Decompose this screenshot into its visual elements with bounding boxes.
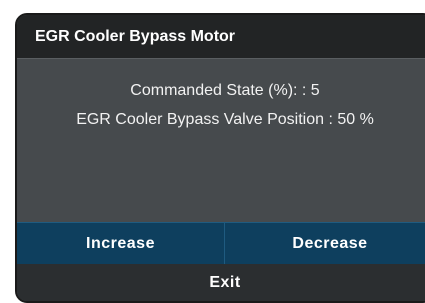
increase-button[interactable]: Increase: [17, 223, 224, 264]
dialog-title-bar: EGR Cooler Bypass Motor: [17, 15, 425, 59]
egr-bypass-dialog: EGR Cooler Bypass Motor Commanded State …: [15, 13, 425, 303]
exit-button[interactable]: Exit: [17, 264, 425, 301]
dialog-title: EGR Cooler Bypass Motor: [35, 28, 236, 45]
commanded-state-text: Commanded State (%): : 5: [130, 82, 320, 99]
exit-row: Exit: [17, 264, 425, 301]
adjust-button-row: Increase Decrease: [17, 222, 425, 264]
decrease-button[interactable]: Decrease: [225, 223, 425, 264]
valve-position-text: EGR Cooler Bypass Valve Position : 50 %: [76, 111, 374, 128]
